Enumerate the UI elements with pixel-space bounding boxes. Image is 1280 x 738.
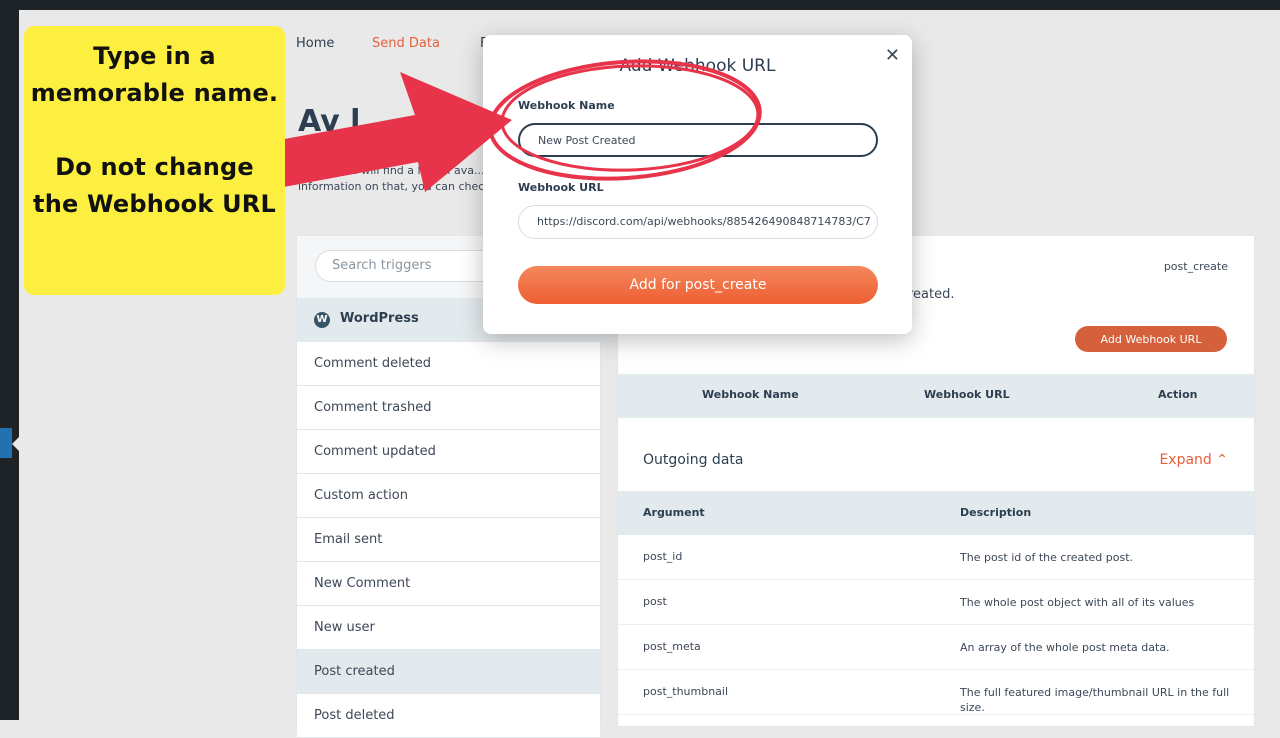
note-line: Type in a bbox=[93, 42, 216, 70]
circle-stroke bbox=[488, 59, 762, 181]
note-line: the Webhook URL bbox=[33, 190, 276, 218]
note-line: memorable name. bbox=[30, 79, 279, 107]
instruction-note: Type in a memorable name. Do not change … bbox=[24, 26, 285, 295]
note-line: Do not change bbox=[55, 153, 254, 181]
